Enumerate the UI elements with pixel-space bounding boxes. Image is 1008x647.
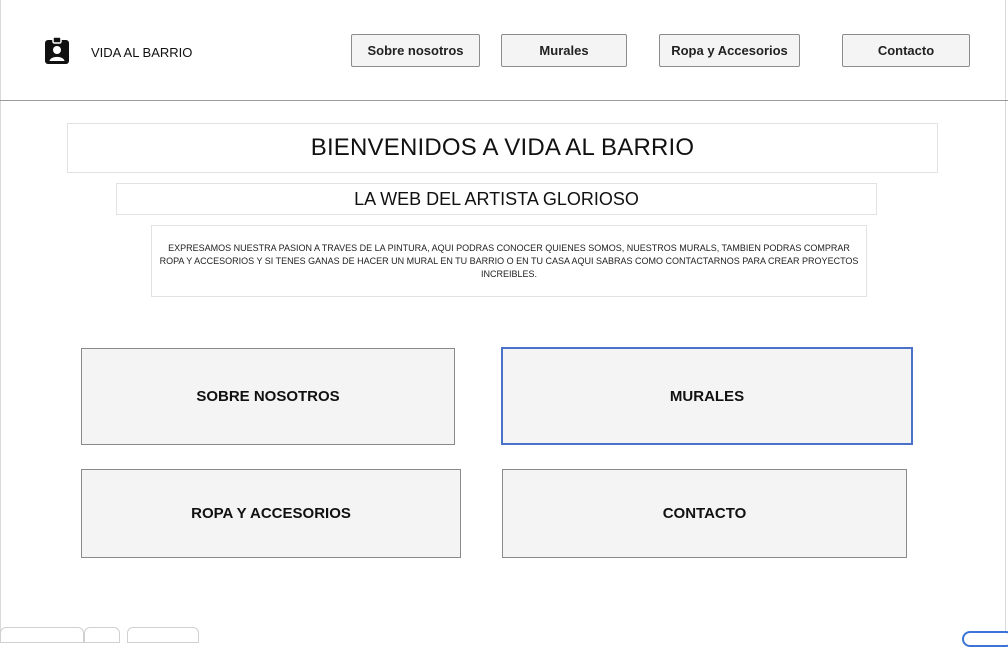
tile-ropa-accesorios[interactable]: ROPA Y ACCESORIOS [81,469,461,558]
bottom-tab[interactable] [0,627,84,643]
intro-description: EXPRESAMOS NUESTRA PASION A TRAVES DE LA… [151,225,867,297]
id-badge-icon[interactable] [44,37,70,65]
bottom-tab[interactable] [127,627,199,643]
page-title: BIENVENIDOS A VIDA AL BARRIO [67,123,938,173]
bottom-tab[interactable] [84,627,120,643]
brand-name[interactable]: VIDA AL BARRIO [91,45,192,60]
page-subtitle: LA WEB DEL ARTISTA GLORIOSO [116,183,877,215]
nav-murales-button[interactable]: Murales [501,34,627,67]
site-header: VIDA AL BARRIO Sobre nosotros Murales Ro… [0,0,1008,101]
nav-sobre-nosotros-button[interactable]: Sobre nosotros [351,34,480,67]
nav-contacto-button[interactable]: Contacto [842,34,970,67]
tile-sobre-nosotros[interactable]: SOBRE NOSOTROS [81,348,455,445]
corner-control[interactable] [962,631,1008,647]
tile-contacto[interactable]: CONTACTO [502,469,907,558]
nav-ropa-accesorios-button[interactable]: Ropa y Accesorios [659,34,800,67]
tile-murales[interactable]: MURALES [501,347,913,445]
